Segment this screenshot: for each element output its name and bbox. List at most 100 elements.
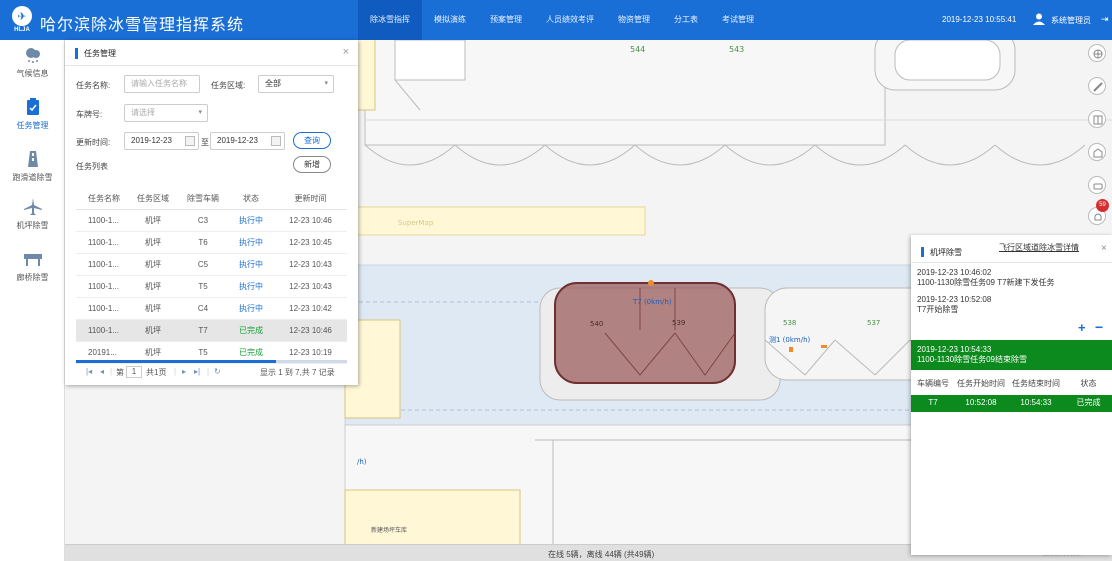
column-header[interactable]: 任务区域 xyxy=(128,188,178,209)
building-tool-icon[interactable] xyxy=(1088,143,1106,161)
cell-end-time: 10:54:33 xyxy=(1020,398,1052,407)
log-text: T7开始除雪 xyxy=(917,305,959,314)
panel-title: 任务管理 xyxy=(84,49,116,58)
query-button[interactable]: 查询 xyxy=(293,132,331,149)
nav-materials[interactable]: 物资管理 xyxy=(606,0,662,40)
log-time: 2019-12-23 10:54:33 xyxy=(917,345,992,354)
hlja-logo: ✈ HLJA xyxy=(10,6,34,34)
scrollbar-thumb[interactable] xyxy=(76,360,276,363)
cell-start-time: 10:52:08 xyxy=(965,398,997,407)
stand-label: 539 xyxy=(672,319,685,327)
nav-assignment[interactable]: 分工表 xyxy=(662,0,710,40)
task-area-value: 全部 xyxy=(265,79,281,88)
close-icon[interactable]: × xyxy=(1101,243,1107,254)
date-from-input[interactable]: 2019-12-23 xyxy=(124,132,199,150)
next-page-icon[interactable]: ▸ xyxy=(182,367,186,376)
log-time: 2019-12-23 10:46:02 xyxy=(917,268,992,277)
vehicle-label-test: 测1 (0km/h) xyxy=(769,336,811,344)
first-page-icon[interactable]: |◂ xyxy=(86,367,92,376)
sidebar-item-label: 跑滑道除雪 xyxy=(12,173,53,182)
nav-deicing-command[interactable]: 除冰雪指挥 xyxy=(358,0,422,40)
cell-status: 已完成 xyxy=(1076,398,1101,407)
nav-plan-management[interactable]: 预案管理 xyxy=(478,0,534,40)
date-to-input[interactable]: 2019-12-23 xyxy=(210,132,285,150)
cell-time: 12-23 10:42 xyxy=(289,304,332,313)
book-tool-icon[interactable] xyxy=(1088,110,1106,128)
refresh-icon[interactable]: ↻ xyxy=(214,367,221,376)
vehicle-marker-small[interactable] xyxy=(821,345,827,348)
calendar-icon[interactable] xyxy=(271,136,281,146)
add-task-button[interactable]: 新增 xyxy=(293,156,331,173)
stand-label: 537 xyxy=(867,319,880,327)
date-to-value: 2019-12-23 xyxy=(217,136,258,145)
vehicle-label: 车牌号: xyxy=(76,110,103,119)
column-header[interactable]: 任务名称 xyxy=(76,188,128,209)
ruler-tool-icon[interactable] xyxy=(1088,77,1106,95)
vehicle-table-row[interactable]: T7 10:52:08 10:54:33 已完成 xyxy=(911,395,1112,412)
vehicle-marker-t7[interactable] xyxy=(648,280,654,286)
nav-exam[interactable]: 考试管理 xyxy=(710,0,766,40)
log-time: 2019-12-23 10:52:08 xyxy=(917,295,992,304)
column-header: 任务开始时间 xyxy=(957,379,1005,388)
chevron-down-icon: ▾ xyxy=(324,80,328,87)
column-header[interactable]: 更新时间 xyxy=(274,188,347,209)
task-area-select[interactable]: 全部 ▾ xyxy=(258,75,334,93)
table-row[interactable]: 1100-1... 机坪 C3 执行中 12-23 10:46 xyxy=(76,210,347,232)
separator-icon: | xyxy=(110,367,113,376)
zoom-out-icon[interactable]: − xyxy=(1095,319,1103,335)
table-row-selected[interactable]: 1100-1... 机坪 T7 已完成 12-23 10:46 xyxy=(76,320,347,342)
log-text: 1100-1130除雪任务09 T7新建下发任务 xyxy=(917,278,1055,287)
details-link[interactable]: 飞行区域道除冰雪详情 xyxy=(999,242,1079,253)
vehicle-table-header: 车辆编号 任务开始时间 任务结束时间 状态 xyxy=(911,376,1112,392)
stand-label: 543 xyxy=(729,45,744,54)
task-icon xyxy=(26,98,39,115)
chevron-down-icon: ▾ xyxy=(198,109,202,116)
user-name[interactable]: 系统管理员 xyxy=(1051,15,1091,26)
app-title: 哈尔滨除冰雪管理指挥系统 xyxy=(40,17,245,34)
divider xyxy=(911,262,1112,263)
column-header[interactable]: 除雪车辆 xyxy=(178,188,228,209)
cell-vehicle: C3 xyxy=(197,216,209,225)
page-number-input[interactable]: 1 xyxy=(126,366,142,378)
user-icon[interactable] xyxy=(1033,13,1045,25)
cell-task-name: 1100-1... xyxy=(88,282,119,291)
cell-task-name: 1100-1... xyxy=(88,326,119,335)
cell-time: 12-23 10:43 xyxy=(289,282,332,291)
task-list-label: 任务列表 xyxy=(76,162,108,171)
prev-page-icon[interactable]: ◂ xyxy=(100,367,104,376)
cell-area: 机坪 xyxy=(145,216,161,225)
vehicle-tool-icon[interactable] xyxy=(1088,176,1106,194)
vehicle-label-fragment: /h) xyxy=(357,458,367,466)
task-management-panel: 任务管理 × 任务名称: 请输入任务名称 任务区域: 全部 ▾ 车牌号: 请选择… xyxy=(65,40,358,385)
layers-tool-icon[interactable] xyxy=(1088,44,1106,62)
nav-simulation[interactable]: 模拟演练 xyxy=(422,0,478,40)
table-row[interactable]: 1100-1... 机坪 T5 执行中 12-23 10:43 xyxy=(76,276,347,298)
sidebar-item-task[interactable]: 任务管理 xyxy=(0,98,65,131)
calendar-icon[interactable] xyxy=(185,136,195,146)
last-page-icon[interactable]: ▸| xyxy=(194,367,200,376)
table-row[interactable]: 1100-1... 机坪 C5 执行中 12-23 10:43 xyxy=(76,254,347,276)
zoom-in-icon[interactable]: + xyxy=(1078,320,1086,335)
logout-icon[interactable]: ⇥ xyxy=(1101,14,1109,25)
nav-performance[interactable]: 人员绩效考评 xyxy=(534,0,606,40)
panel-title: 机坪除雪 xyxy=(930,248,962,257)
page-total: 共1页 xyxy=(146,368,167,377)
column-header[interactable]: 状态 xyxy=(228,188,274,209)
sidebar-item-label: 机坪除雪 xyxy=(16,221,49,230)
sidebar-item-weather[interactable]: 气候信息 xyxy=(0,46,65,79)
cell-area: 机坪 xyxy=(145,282,161,291)
sidebar-item-bridge[interactable]: 廊桥除雪 xyxy=(0,250,65,283)
sidebar-item-apron[interactable]: 机坪除雪 xyxy=(0,198,65,231)
task-name-input[interactable]: 请输入任务名称 xyxy=(124,75,200,93)
sidebar-item-runway[interactable]: 跑滑道除雪 xyxy=(0,150,65,183)
separator-icon: | xyxy=(207,367,210,376)
vehicle-select[interactable]: 请选择 ▾ xyxy=(124,104,208,122)
sidebar-item-label: 廊桥除雪 xyxy=(16,273,49,282)
table-row[interactable]: 1100-1... 机坪 T6 执行中 12-23 10:45 xyxy=(76,232,347,254)
vehicle-marker-test[interactable] xyxy=(789,347,793,352)
table-row[interactable]: 1100-1... 机坪 C4 执行中 12-23 10:42 xyxy=(76,298,347,320)
table-header: 任务名称 任务区域 除雪车辆 状态 更新时间 xyxy=(76,188,347,210)
cell-time: 12-23 10:46 xyxy=(289,216,332,225)
close-icon[interactable]: × xyxy=(343,46,349,58)
task-name-label: 任务名称: xyxy=(76,81,111,90)
